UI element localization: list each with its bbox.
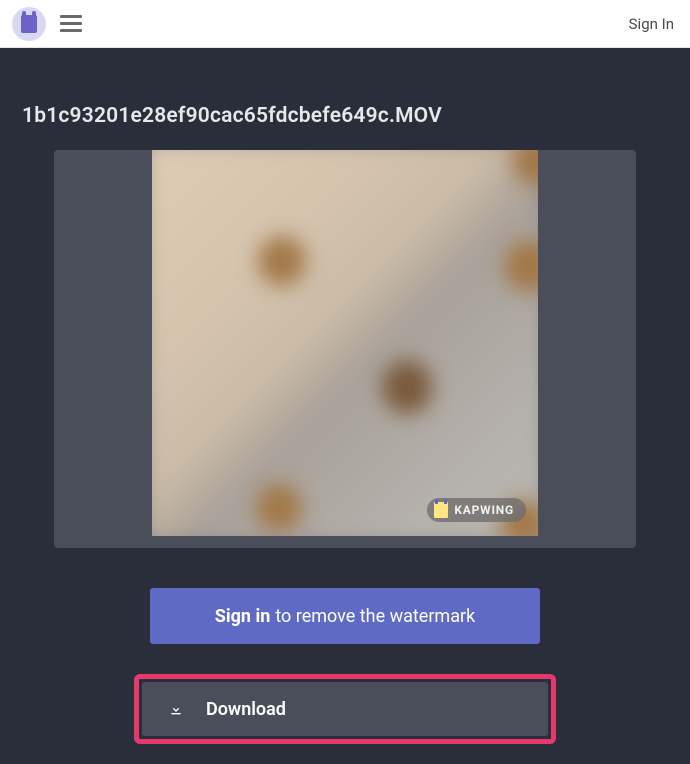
file-title: 1b1c93201e28ef90cac65fdcbefe649c.MOV [22,104,670,128]
page-content: 1b1c93201e28ef90cac65fdcbefe649c.MOV KAP… [0,48,690,764]
kapwing-logo[interactable] [12,7,46,41]
download-icon [168,701,184,717]
download-button[interactable]: Download [142,682,548,736]
signin-remove-watermark-button[interactable]: Sign in to remove the watermark [150,588,540,644]
video-still-image [152,150,538,536]
kapwing-watermark-icon [434,502,448,518]
download-highlight-frame: Download [134,674,556,744]
video-preview[interactable]: KAPWING [152,150,538,536]
kapwing-logo-icon [21,15,37,33]
watermark-badge: KAPWING [427,498,526,522]
app-header: Sign In [0,0,690,48]
signin-banner-strong: Sign in [215,606,271,627]
signin-banner-rest: to remove the watermark [275,606,475,627]
watermark-brand-text: KAPWING [454,503,514,517]
signin-link[interactable]: Sign In [625,9,678,39]
header-left [12,7,86,41]
video-preview-panel: KAPWING [54,150,636,548]
hamburger-menu-icon[interactable] [56,11,86,36]
download-button-label: Download [206,699,286,720]
